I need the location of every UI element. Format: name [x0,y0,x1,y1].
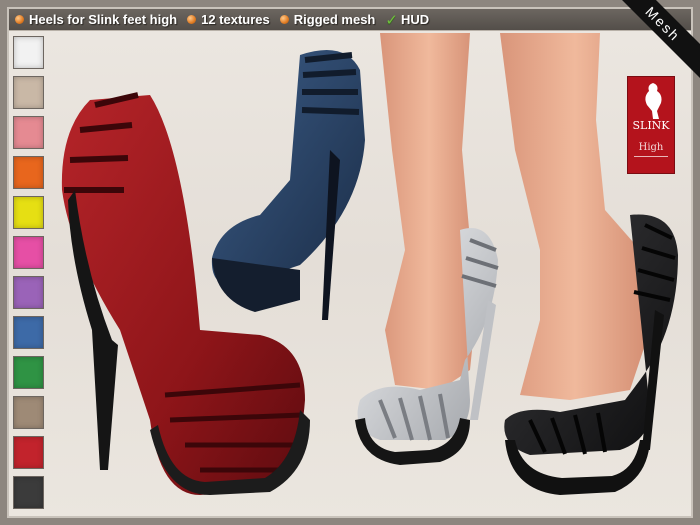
blue-heel-shoe [211,50,365,320]
color-swatch-column [13,36,46,509]
color-swatch [13,316,44,349]
orange-dot-icon [279,15,289,24]
orange-dot-icon [187,15,197,24]
figure-icon [645,83,662,119]
mesh-corner-banner: Mesh [610,0,700,86]
logo-divider [634,156,668,157]
feature-item: ✓ HUD [385,11,429,29]
color-swatch [13,236,44,269]
color-swatch [13,196,44,229]
product-scene [61,33,678,495]
feature-text: 12 textures [201,12,270,27]
logo-sub-text: High [638,142,664,153]
feature-item: Rigged mesh [279,12,376,27]
feature-text: Heels for Slink feet high [29,12,178,27]
logo-brand-text: SLINK [632,119,670,132]
feature-item: 12 textures [187,12,270,27]
feature-text: Rigged mesh [293,12,376,27]
feature-header-bar: Heels for Slink feet high 12 textures Ri… [9,9,691,31]
feature-item: Heels for Slink feet high [15,12,177,27]
feature-text: HUD [400,12,430,27]
color-swatch [13,476,44,509]
slink-logo: SLINK High [627,76,675,174]
color-swatch [13,156,44,189]
check-icon: ✓ [385,10,398,29]
color-swatch [13,356,44,389]
color-swatch [13,36,44,69]
left-leg [380,33,478,390]
color-swatch [13,276,44,309]
color-swatch [13,436,44,469]
orange-dot-icon [15,15,24,24]
color-swatch [13,396,44,429]
color-swatch [13,76,44,109]
color-swatch [13,116,44,149]
